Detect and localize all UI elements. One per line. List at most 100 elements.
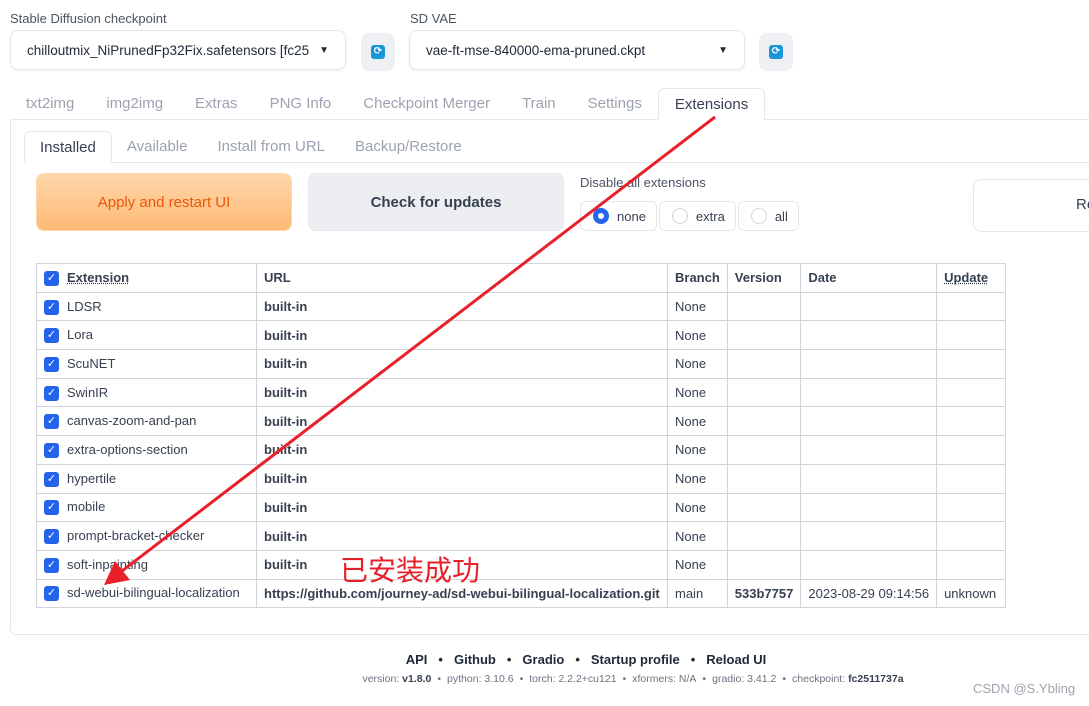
cell-version [726, 492, 802, 523]
tab-extras[interactable]: Extras [179, 88, 254, 120]
cell-update [936, 291, 1007, 322]
refresh-icon: ⟳ [769, 45, 783, 59]
radio-unchecked-icon [671, 208, 688, 224]
radio-extra[interactable]: extra [658, 201, 736, 231]
cell-text: built-in [264, 557, 308, 573]
cell-text: None [675, 471, 707, 487]
checkbox-checked-icon[interactable]: ✓ [44, 356, 59, 372]
cell-branch: None [667, 463, 728, 494]
apply-restart-button[interactable]: Apply and restart UI [36, 173, 292, 231]
chevron-down-icon: ▼ [319, 44, 329, 56]
footer-link-github[interactable]: Github [454, 652, 496, 667]
version-label: version: [362, 673, 403, 685]
cell-text: sd-webui-bilingual-localization [67, 585, 240, 601]
tab-train[interactable]: Train [506, 88, 572, 120]
cell-text: built-in [264, 442, 308, 458]
cell-date [800, 435, 938, 465]
cell-branch: None [667, 291, 728, 322]
radio-none[interactable]: none [580, 201, 657, 231]
cell-version [726, 521, 802, 551]
separator: • [437, 673, 442, 685]
footer-link-gradio[interactable]: Gradio [522, 652, 564, 667]
header-version: Version [726, 263, 802, 293]
cell-version [726, 549, 802, 580]
cell-date [800, 549, 938, 580]
version-label: torch: 2.2.2+cu121 [529, 673, 617, 685]
cell-text: SwinIR [67, 384, 109, 400]
table-row: ✓ canvas-zoom-and-pan built-in None [36, 406, 1007, 437]
reload-button-partial[interactable]: Re [973, 179, 1089, 232]
cell-branch: None [667, 406, 728, 437]
subtab-installed[interactable]: Installed [24, 131, 112, 163]
table-row: ✓ LDSR built-in None [36, 291, 1007, 322]
separator: • [438, 652, 443, 667]
header-extension[interactable]: ✓ Extension [36, 263, 257, 293]
radio-label: all [774, 208, 788, 224]
vae-dropdown[interactable]: vae-ft-mse-840000-ema-pruned.ckpt ▼ [409, 30, 745, 70]
tab-extensions[interactable]: Extensions [657, 88, 766, 120]
checkbox-checked-icon[interactable]: ✓ [44, 443, 59, 458]
cell-url: built-in [256, 492, 668, 523]
tab-settings[interactable]: Settings [572, 88, 658, 120]
cell-text: built-in [264, 413, 308, 429]
checkpoint-dropdown[interactable]: chilloutmix_NiPrunedFp32Fix.safetensors … [10, 30, 346, 70]
cell-text: None [675, 356, 707, 372]
footer-link-api[interactable]: API [406, 652, 428, 667]
check-updates-button[interactable]: Check for updates [308, 173, 564, 231]
cell-text: built-in [264, 299, 308, 315]
disable-all-radio-group: none extra all [580, 201, 799, 231]
vae-value: vae-ft-mse-840000-ema-pruned.ckpt [426, 42, 646, 58]
checkbox-checked-icon[interactable]: ✓ [44, 385, 59, 401]
cell-update [936, 492, 1007, 523]
radio-all[interactable]: all [737, 201, 799, 231]
radio-label: extra [695, 208, 725, 224]
cell-text: built-in [264, 528, 308, 544]
refresh-checkpoint-button[interactable]: ⟳ [361, 33, 395, 71]
tab-txt2img[interactable]: txt2img [10, 88, 90, 120]
cell-text: built-in [264, 385, 308, 401]
cell-date [800, 406, 938, 437]
cell-update [936, 521, 1007, 551]
checkbox-checked-icon[interactable]: ✓ [44, 270, 59, 286]
table-row: ✓ SwinIR built-in None [36, 377, 1007, 408]
checkbox-checked-icon[interactable]: ✓ [44, 500, 59, 516]
subtab-available[interactable]: Available [112, 131, 203, 163]
cell-version [726, 463, 802, 494]
footer-link-startup-profile[interactable]: Startup profile [591, 652, 680, 667]
header-update[interactable]: Update [936, 263, 1007, 293]
watermark: CSDN @S.Ybling [973, 681, 1076, 696]
extensions-table: ✓ Extension URL Branch Version Date Updat… [36, 263, 1007, 609]
cell-extension-name: ✓ canvas-zoom-and-pan [36, 406, 257, 437]
refresh-vae-button[interactable]: ⟳ [759, 33, 793, 71]
cell-url: built-in [256, 320, 668, 351]
cell-text: prompt-bracket-checker [67, 528, 205, 543]
separator: • [575, 652, 580, 667]
tab-png-info[interactable]: PNG Info [254, 88, 348, 120]
checkbox-checked-icon[interactable]: ✓ [44, 586, 59, 602]
tab-img2img[interactable]: img2img [90, 88, 179, 120]
cell-extension-name: ✓ soft-inpainting [36, 549, 257, 580]
tab-checkpoint-merger[interactable]: Checkpoint Merger [347, 88, 506, 120]
checkbox-checked-icon[interactable]: ✓ [44, 414, 59, 430]
cell-text: None [675, 413, 707, 429]
cell-branch: None [667, 349, 728, 379]
subtab-backup-restore[interactable]: Backup/Restore [340, 131, 477, 163]
footer-link-reload-ui[interactable]: Reload UI [706, 652, 766, 667]
checkbox-checked-icon[interactable]: ✓ [44, 299, 59, 315]
cell-version [726, 377, 802, 408]
cell-branch: None [667, 435, 728, 465]
checkbox-checked-icon[interactable]: ✓ [44, 557, 59, 573]
cell-version [726, 435, 802, 465]
separator: • [690, 652, 696, 667]
checkbox-checked-icon[interactable]: ✓ [44, 529, 59, 545]
checkbox-checked-icon[interactable]: ✓ [44, 471, 59, 487]
header-url: URL [256, 263, 668, 293]
version-value: fc2511737a [848, 673, 904, 685]
cell-text: extra-options-section [67, 441, 188, 457]
cell-branch: None [667, 521, 728, 551]
cell-url: built-in [256, 435, 668, 465]
cell-version: 533b7757 [726, 578, 802, 609]
subtab-install-from-url[interactable]: Install from URL [202, 131, 340, 163]
cell-branch: None [667, 320, 728, 351]
checkbox-checked-icon[interactable]: ✓ [44, 328, 59, 344]
